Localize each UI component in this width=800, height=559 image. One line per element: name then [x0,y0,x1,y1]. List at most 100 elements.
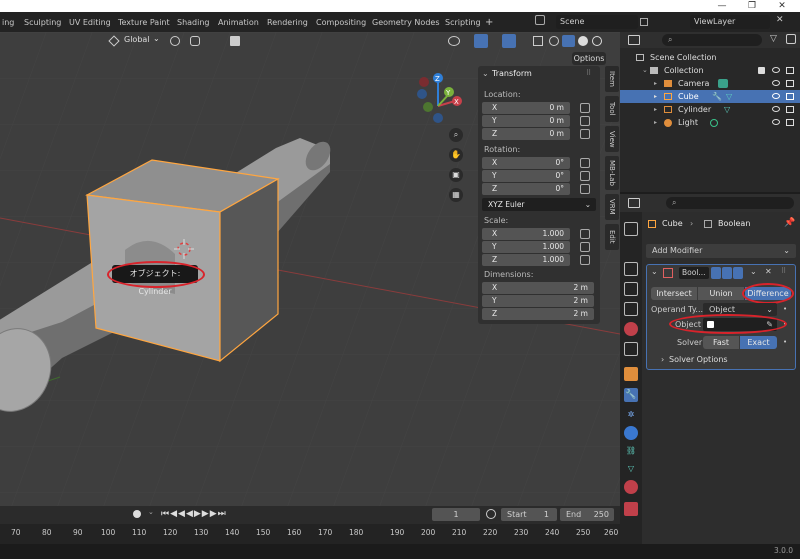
xray-icon[interactable] [533,36,543,46]
lock-icon[interactable] [580,129,590,139]
dimensions-z-field[interactable]: Z2 m [482,308,594,320]
add-modifier-button[interactable]: Add Modifier ⌄ [646,244,796,258]
3d-viewport[interactable]: Z Y X Global ⌄ Options ⌕ ✋ ▣ ▦ Item Tool… [0,32,620,506]
proportional-edit-icon[interactable] [230,36,240,46]
lock-icon[interactable] [580,103,590,113]
material-tab-icon[interactable] [624,480,638,494]
orientation-dropdown[interactable]: Global [124,35,150,44]
camera-view-icon[interactable]: ▣ [449,168,463,182]
render-toggle-icon[interactable] [733,267,743,279]
copy-icon[interactable] [640,18,648,26]
lock-icon[interactable] [580,184,590,194]
tab-geometry-nodes[interactable]: Geometry Nodes [372,15,439,30]
perspective-grid-icon[interactable]: ▦ [449,188,463,202]
chevron-down-icon[interactable]: ⌄ [750,267,757,276]
chevron-down-icon[interactable]: ⌄ [153,34,160,43]
scene-selector[interactable]: Scene [556,15,638,29]
scene-tab-icon[interactable] [624,322,638,336]
close-window-button[interactable]: ✕ [772,0,792,12]
tab-rendering[interactable]: Rendering [267,15,308,30]
outliner-search-input[interactable]: ⌕ [662,34,762,46]
remove-modifier-icon[interactable]: ✕ [765,267,772,276]
outliner-collection[interactable]: ⌄ Collection [620,64,800,77]
options-button[interactable]: Options [572,52,606,65]
chevron-right-icon[interactable]: › [661,355,664,364]
material-shading-icon[interactable] [578,36,588,46]
maximize-button[interactable]: ❐ [742,0,762,12]
rotation-x-field[interactable]: X 0° [482,157,570,169]
sidebar-tab-edit[interactable]: Edit [605,224,619,250]
drag-handle-icon[interactable]: ⠿ [586,69,591,77]
physics-tab-icon[interactable] [624,426,638,440]
tab-uv-editing[interactable]: UV Editing [69,15,111,30]
solid-shading-icon[interactable] [562,35,575,47]
lock-icon[interactable] [580,116,590,126]
chevron-down-icon[interactable]: ⌄ [148,508,154,516]
keyframe-dot-icon[interactable]: • [783,305,787,313]
gizmo-toggle-icon[interactable] [474,34,488,48]
snap-icon[interactable] [190,36,200,46]
current-frame-field[interactable]: 1 [432,508,480,521]
sidebar-tab-vrm[interactable]: VRM [605,194,619,220]
filter-icon[interactable]: ▽ [770,34,777,44]
frame-ruler[interactable]: 70 80 90 100 110 120 130 140 150 160 170… [0,524,620,544]
display-mode-icon[interactable] [628,35,640,45]
pivot-icon[interactable] [170,36,180,46]
sidebar-tab-mb-lab[interactable]: MB-Lab [605,156,619,190]
lock-icon[interactable] [580,229,590,239]
lock-icon[interactable] [580,242,590,252]
outliner-item-cube[interactable]: ▸ Cube 🔧 ▽ [620,90,800,103]
pan-hand-icon[interactable]: ✋ [449,148,463,162]
world-tab-icon[interactable] [624,342,638,356]
outliner-scene-collection[interactable]: Scene Collection [620,51,800,64]
collapse-chevron-icon[interactable]: ⌄ [651,267,658,276]
editor-type-icon[interactable] [628,198,640,208]
render-tab-icon[interactable] [624,262,638,276]
wireframe-shading-icon[interactable] [549,36,559,46]
dimensions-x-field[interactable]: X2 m [482,282,594,294]
outliner-item-camera[interactable]: ▸ Camera [620,77,800,90]
drag-handle-icon[interactable]: ⠿ [781,267,786,275]
lock-icon[interactable] [580,158,590,168]
new-collection-icon[interactable] [786,34,796,44]
tool-tab-icon[interactable] [624,222,638,236]
modifier-name-field[interactable]: Bool... [679,267,709,279]
particles-tab-icon[interactable]: ✲ [624,408,638,422]
view-layer-selector[interactable]: ViewLayer [690,15,770,29]
properties-search-input[interactable]: ⌕ [666,197,794,209]
outliner-item-cylinder[interactable]: ▸ Cylinder ▽ [620,103,800,116]
scale-z-field[interactable]: Z 1.000 [482,254,570,266]
overlay-toggle-icon[interactable] [502,34,516,48]
union-button[interactable]: Union [698,287,744,300]
pin-icon[interactable]: 📌 [784,218,795,228]
tab-layout[interactable]: ing [2,15,14,30]
add-workspace-button[interactable]: + [485,15,493,30]
tab-sculpting[interactable]: Sculpting [24,15,61,30]
dimensions-y-field[interactable]: Y2 m [482,295,594,307]
rendered-shading-icon[interactable] [592,36,602,46]
exact-solver-button[interactable]: Exact [740,336,777,349]
remove-icon[interactable]: ✕ [776,15,784,25]
tab-texture-paint[interactable]: Texture Paint [118,15,170,30]
zoom-icon[interactable]: ⌕ [449,128,463,142]
scale-x-field[interactable]: X 1.000 [482,228,570,240]
object-tab-icon[interactable] [624,367,638,381]
minimize-button[interactable]: — [712,0,732,12]
playback-buttons-icon[interactable]: ⏮◀◀◀▶▶▶⏭ [161,507,243,521]
texture-tab-icon[interactable] [624,502,638,516]
outliner-item-light[interactable]: ▸ Light [620,116,800,129]
modifier-tab-wrench-icon[interactable]: 🔧 [624,388,638,402]
tab-animation[interactable]: Animation [218,15,259,30]
sidebar-tab-view[interactable]: View [605,126,619,152]
edit-mode-toggle-icon[interactable] [711,267,721,279]
view-layer-tab-icon[interactable] [624,302,638,316]
collapse-chevron-icon[interactable]: ⌄ [482,69,489,78]
tab-shading[interactable]: Shading [177,15,210,30]
transform-orientation-icon[interactable] [108,35,120,47]
viewport-toggle-icon[interactable] [722,267,732,279]
solver-options-subpanel[interactable]: Solver Options [669,355,728,364]
end-frame-field[interactable]: End 250 [560,508,614,521]
start-frame-field[interactable]: Start 1 [501,508,557,521]
lock-icon[interactable] [580,171,590,181]
sidebar-tab-item[interactable]: Item [605,66,619,92]
